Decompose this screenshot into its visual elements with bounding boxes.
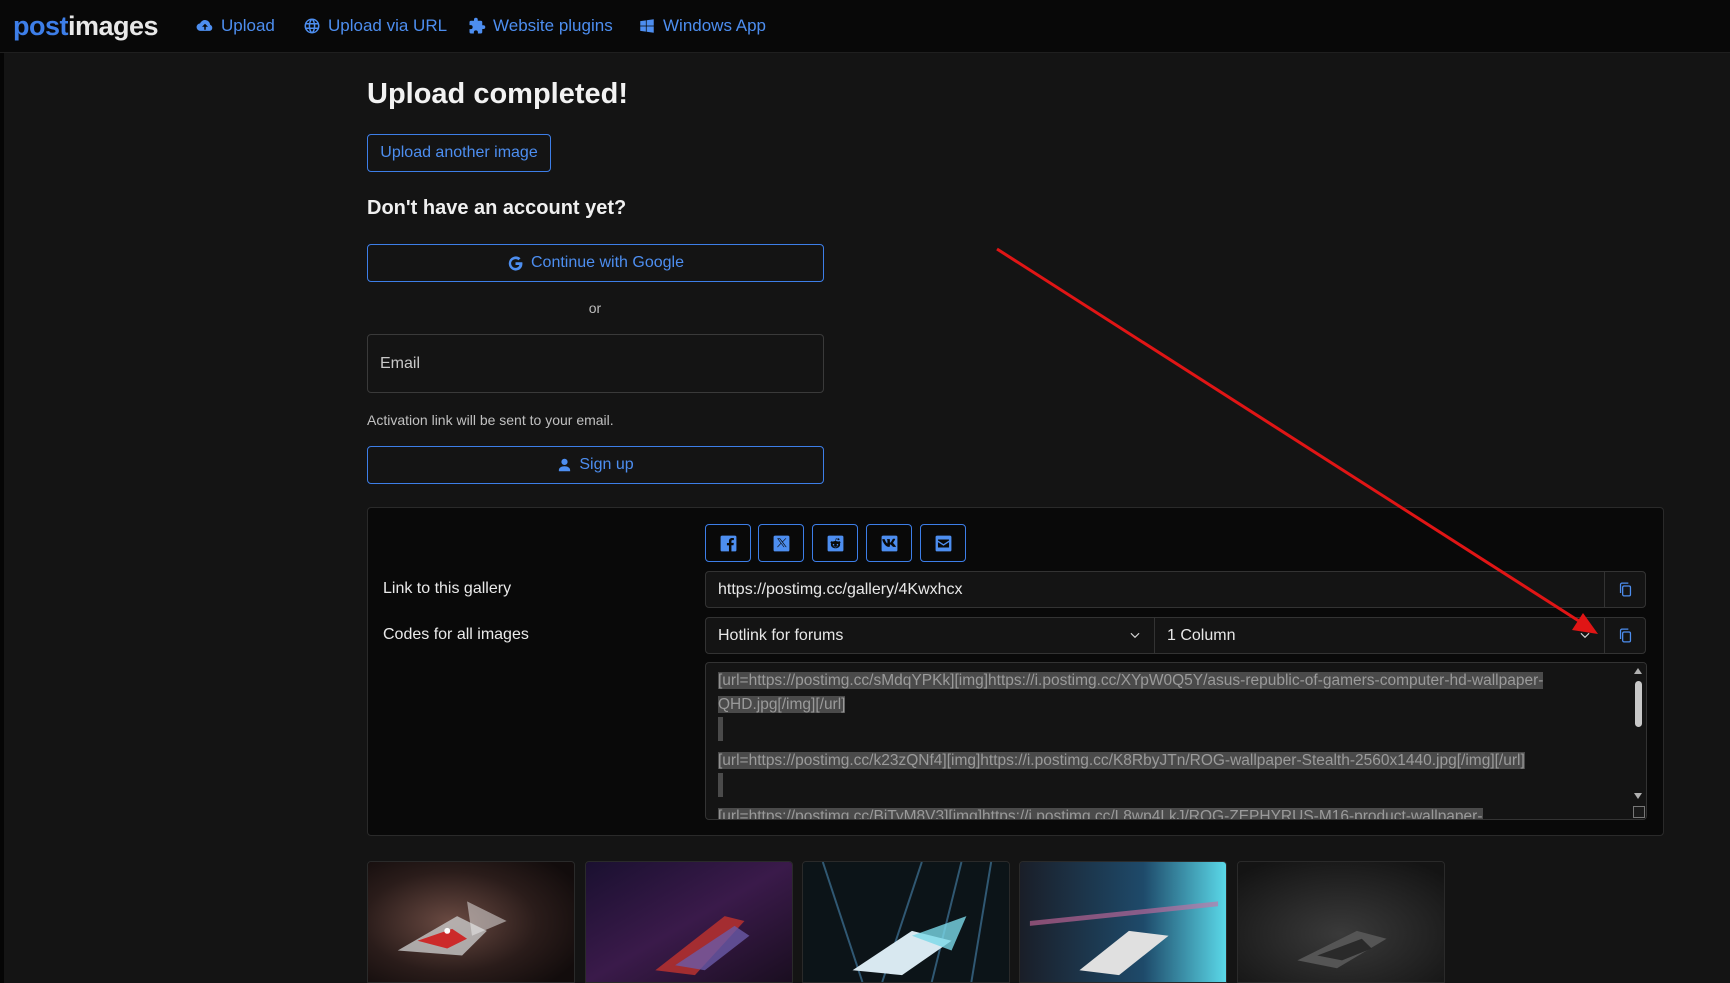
rog-thumbnail-5[interactable] [1237, 861, 1445, 983]
scroll-up-arrow-icon[interactable] [1634, 668, 1642, 674]
code-line-blank [718, 717, 723, 741]
gallery-link-label: Link to this gallery [383, 580, 512, 597]
code-type-value: Hotlink for forums [718, 626, 844, 644]
code-line-blank [718, 773, 723, 797]
rog-thumbnail-1[interactable] [367, 861, 575, 983]
nav-upload[interactable]: Upload [196, 16, 275, 36]
logo-text-post: post [13, 11, 69, 41]
scroll-thumb[interactable] [1635, 681, 1642, 727]
rog-thumbnail-3[interactable] [802, 861, 1010, 983]
codes-label: Codes for all images [383, 626, 529, 643]
page-title: Upload completed! [367, 78, 629, 110]
code-line: [url=https://postimg.cc/sMdqYPKk][img]ht… [718, 672, 1544, 689]
upload-another-button[interactable]: Upload another image [367, 134, 551, 172]
envelope-icon [935, 535, 951, 551]
resize-handle[interactable] [1633, 806, 1645, 818]
rog-thumbnail-4[interactable] [1019, 861, 1227, 983]
google-icon [508, 255, 523, 271]
code-line: QHD.jpg[/img][/url] [718, 696, 846, 713]
columns-select[interactable]: 1 Column [1154, 617, 1605, 654]
email-field[interactable]: Email [367, 334, 824, 393]
codes-text: [url=https://postimg.cc/sMdqYPKk][img]ht… [718, 669, 1618, 819]
or-divider: or [588, 300, 602, 316]
code-line: [url=https://postimg.cc/k23zQNf4][img]ht… [718, 752, 1525, 769]
nav-upload-via-url-label: Upload via URL [328, 16, 448, 35]
gallery-link-value: https://postimg.cc/gallery/4Kwxhcx [718, 580, 963, 598]
email-placeholder: Email [380, 354, 421, 372]
copy-icon [1619, 628, 1631, 643]
share-reddit-button[interactable] [812, 524, 858, 562]
nav-windows-app[interactable]: Windows App [638, 16, 766, 36]
user-icon [559, 458, 571, 472]
google-button-label: Continue with Google [531, 254, 684, 271]
rog-thumbnail-2[interactable] [585, 861, 793, 983]
nav-website-plugins-label: Website plugins [493, 16, 613, 35]
top-navbar: postimages Upload Upload via URL Website… [0, 0, 1730, 53]
nav-website-plugins[interactable]: Website plugins [468, 16, 613, 36]
windows-icon [640, 19, 654, 33]
cloud-upload-icon [196, 20, 213, 31]
nav-windows-app-label: Windows App [663, 16, 766, 35]
code-line: [url=https://postimg.cc/BjTyM8V3][img]ht… [718, 808, 1483, 819]
codes-scrollbar[interactable] [1631, 663, 1646, 819]
continue-with-google-button[interactable]: Continue with Google [367, 244, 824, 282]
left-window-edge [0, 53, 4, 983]
codes-textarea[interactable]: [url=https://postimg.cc/sMdqYPKk][img]ht… [705, 662, 1647, 820]
gallery-link-field[interactable]: https://postimg.cc/gallery/4Kwxhcx [705, 571, 1605, 608]
nav-upload-via-url[interactable]: Upload via URL [303, 16, 447, 36]
share-facebook-button[interactable] [705, 524, 751, 562]
chevron-down-icon [1128, 628, 1142, 642]
x-twitter-icon [773, 535, 789, 551]
activation-hint: Activation link will be sent to your ema… [367, 412, 614, 428]
account-prompt: Don't have an account yet? [367, 197, 627, 219]
share-vk-button[interactable] [866, 524, 912, 562]
reddit-icon [827, 535, 843, 551]
copy-icon [1619, 582, 1631, 597]
postimages-logo[interactable]: postimages [13, 11, 159, 42]
vk-icon [881, 535, 897, 551]
copy-gallery-link-button[interactable] [1604, 571, 1646, 608]
code-type-select[interactable]: Hotlink for forums [705, 617, 1155, 654]
facebook-icon [720, 535, 736, 551]
scroll-down-arrow-icon[interactable] [1634, 793, 1642, 799]
logo-text-images: images [68, 11, 159, 41]
chevron-down-icon [1578, 628, 1592, 642]
puzzle-icon [469, 17, 486, 34]
sign-up-button[interactable]: Sign up [367, 446, 824, 484]
nav-upload-label: Upload [221, 16, 275, 35]
globe-icon [304, 18, 320, 34]
upload-another-label: Upload another image [380, 144, 538, 161]
columns-value: 1 Column [1167, 626, 1236, 644]
sign-up-label: Sign up [579, 456, 634, 473]
share-email-button[interactable] [920, 524, 966, 562]
share-x-button[interactable] [758, 524, 804, 562]
copy-codes-button[interactable] [1604, 617, 1646, 654]
